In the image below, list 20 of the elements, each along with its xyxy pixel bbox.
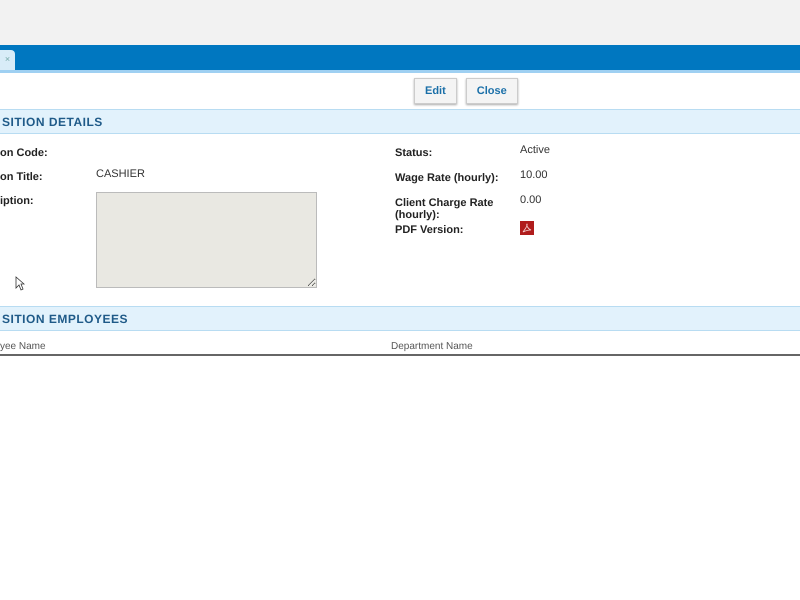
column-header[interactable]: Department Name [391, 341, 473, 352]
column-header[interactable]: yee Name [0, 341, 391, 352]
field-label: iption: [0, 194, 35, 207]
toolbar-button[interactable]: Close [466, 78, 518, 104]
cursor-icon [15, 276, 25, 291]
field-label: Client Charge Rate (hourly): [395, 196, 494, 221]
field-value: Active [520, 144, 550, 156]
toolbar-button[interactable]: Edit [414, 78, 457, 104]
field-value: CASHIER [96, 168, 145, 180]
field-value: 0.00 [520, 194, 542, 206]
field-label: PDF Version: [395, 223, 464, 236]
field-label: Status: [395, 146, 434, 159]
section-header: SITION DETAILS [0, 109, 800, 134]
section-header: SITION EMPLOYEES [0, 306, 800, 331]
description-field[interactable] [96, 192, 317, 288]
field-label: on Title: [0, 170, 44, 183]
field-label: Wage Rate (hourly): [395, 171, 500, 184]
pdf-icon[interactable] [520, 221, 534, 235]
field-label: on Code: [0, 146, 49, 159]
field-value: 10.00 [520, 169, 548, 181]
